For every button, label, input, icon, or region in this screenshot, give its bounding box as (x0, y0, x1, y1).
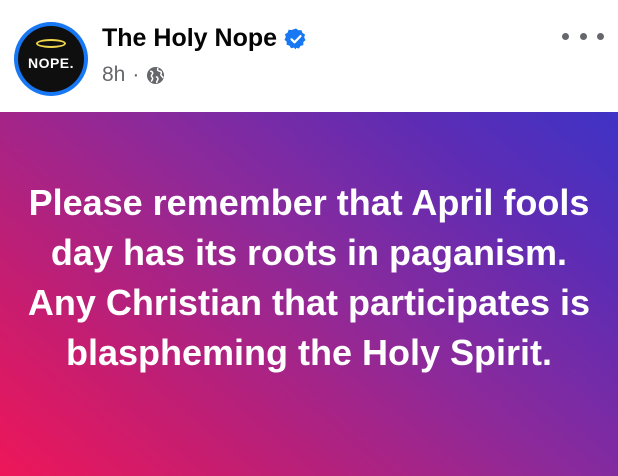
timestamp[interactable]: 8h (102, 63, 125, 87)
more-options-icon[interactable] (562, 24, 604, 48)
verified-badge-icon (284, 28, 306, 49)
avatar-image: NOPE. (18, 26, 84, 92)
meta-separator: · (132, 63, 140, 86)
post-background[interactable]: Please remember that April fools day has… (0, 112, 618, 476)
post-header: NOPE. The Holy Nope 8h · (0, 0, 618, 112)
more-dot (562, 32, 569, 40)
page-name[interactable]: The Holy Nope (102, 24, 308, 53)
avatar-text: NOPE. (27, 55, 75, 71)
post-meta: 8h · (102, 63, 165, 87)
halo-icon (36, 39, 66, 48)
page-name-label[interactable]: The Holy Nope (102, 24, 277, 53)
globe-icon[interactable] (146, 66, 165, 85)
post-text: Please remember that April fools day has… (27, 182, 591, 373)
more-dot (579, 32, 587, 40)
avatar[interactable]: NOPE. (14, 22, 88, 96)
more-dot (597, 32, 604, 40)
